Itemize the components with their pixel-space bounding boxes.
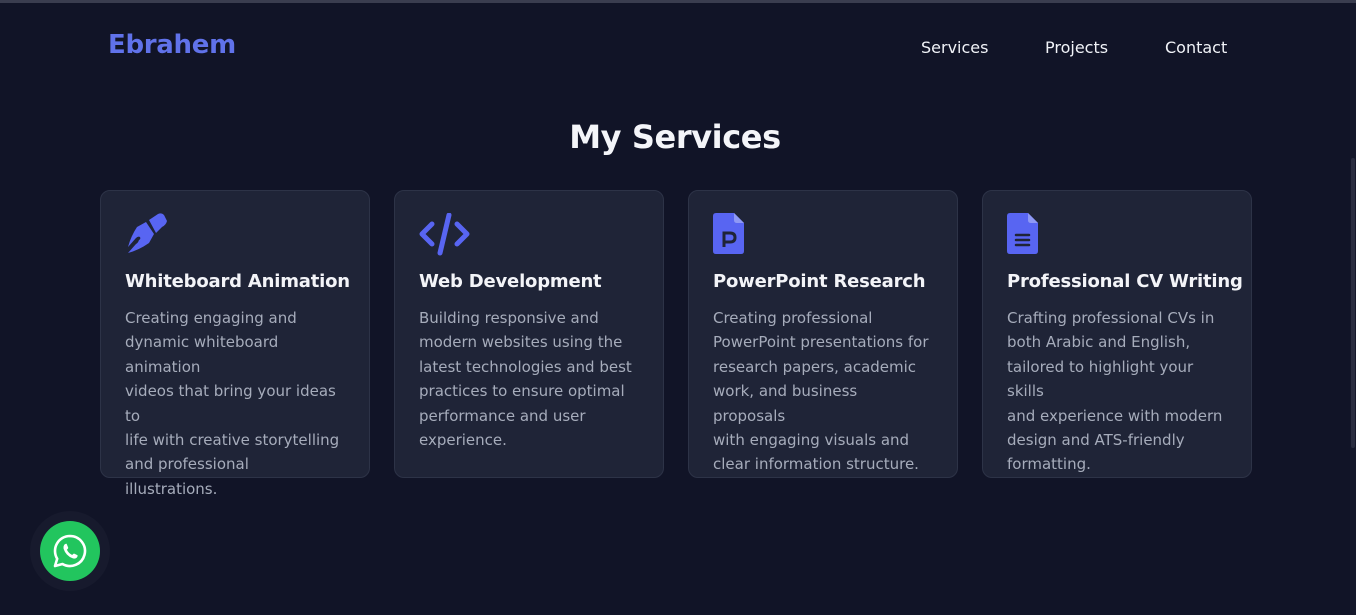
- pen-nib-icon: [128, 213, 167, 253]
- service-card-web-development: Web Development Building responsive and …: [394, 190, 664, 478]
- service-title: Whiteboard Animation: [125, 271, 350, 292]
- scrollbar[interactable]: [1350, 3, 1356, 615]
- service-description: Building responsive and modern websites …: [419, 309, 632, 450]
- service-description: Crafting professional CVs in both Arabic…: [1007, 309, 1223, 474]
- service-title: Web Development: [419, 271, 602, 292]
- powerpoint-file-icon: [713, 213, 744, 254]
- service-title: Professional CV Writing: [1007, 271, 1243, 292]
- service-description: Creating engaging and dynamic whiteboard…: [125, 309, 340, 498]
- nav-link-services[interactable]: Services: [921, 38, 988, 57]
- site-logo[interactable]: Ebrahem: [108, 30, 236, 60]
- document-icon: [1007, 213, 1038, 254]
- service-title: PowerPoint Research: [713, 271, 926, 292]
- service-card-powerpoint: PowerPoint Research Creating professiona…: [688, 190, 958, 478]
- scrollbar-thumb[interactable]: [1351, 158, 1355, 448]
- section-title: My Services: [569, 118, 781, 156]
- nav-link-projects[interactable]: Projects: [1045, 38, 1108, 57]
- site-header: Ebrahem Services Projects Contact: [0, 3, 1350, 91]
- whatsapp-button[interactable]: [40, 521, 100, 581]
- service-description: Creating professional PowerPoint present…: [713, 309, 929, 474]
- service-card-cv-writing: Professional CV Writing Crafting profess…: [982, 190, 1252, 478]
- whatsapp-icon: [53, 534, 87, 568]
- code-icon: [419, 213, 470, 256]
- nav-link-contact[interactable]: Contact: [1165, 38, 1227, 57]
- service-card-whiteboard: Whiteboard Animation Creating engaging a…: [100, 190, 370, 498]
